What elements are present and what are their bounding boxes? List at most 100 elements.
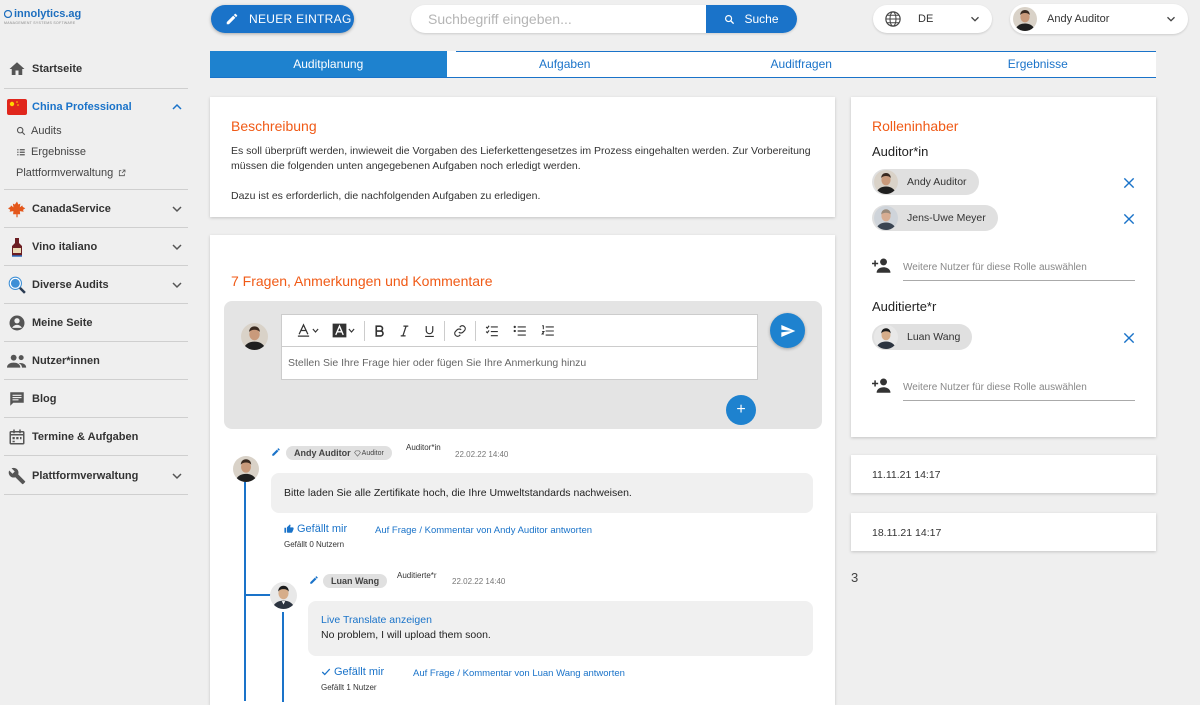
sidebar-item-plattformverwaltung[interactable]: Plattformverwaltung: [0, 465, 189, 487]
user-chip[interactable]: Luan Wang: [872, 324, 973, 350]
numbered-list-button[interactable]: [534, 320, 562, 342]
thread-branch: [244, 594, 271, 596]
sidebar-item-label: Nutzer*innen: [32, 355, 100, 367]
underline-button[interactable]: [417, 320, 442, 342]
reply-link[interactable]: Auf Frage / Kommentar von Luan Wang antw…: [413, 668, 625, 679]
new-entry-button[interactable]: NEUER EINTRAG: [211, 5, 354, 33]
sidebar-item-label: CanadaService: [32, 203, 111, 215]
author-chip[interactable]: Andy Auditor Auditor: [286, 446, 392, 460]
sidebar-item-china-professional[interactable]: China Professional: [0, 96, 189, 118]
like-label: Gefällt mir: [297, 523, 348, 535]
sidebar-item-nutzerinnen[interactable]: Nutzer*innen: [0, 350, 189, 372]
link-icon: [454, 324, 466, 337]
sidebar-item-startseite[interactable]: Startseite: [0, 58, 189, 80]
add-button[interactable]: +: [726, 395, 756, 425]
reply-link[interactable]: Auf Frage / Kommentar von Andy Auditor a…: [375, 525, 592, 536]
author-chip[interactable]: Luan Wang: [323, 574, 388, 588]
sidebar-sub-ergebnisse[interactable]: Ergebnisse: [16, 146, 86, 158]
auditee-heading: Auditierte*r: [872, 299, 937, 314]
user-avatar: [1013, 7, 1037, 31]
tab-aufgaben[interactable]: Aufgaben: [447, 51, 684, 77]
date-text: 11.11.21 14:17: [872, 469, 941, 481]
chevron-down-icon: [312, 328, 319, 333]
sidebar-item-label: Vino italiano: [32, 241, 98, 253]
font-color-button[interactable]: [290, 320, 326, 342]
sidebar-divider: [4, 417, 188, 418]
comments-title: 7 Fragen, Anmerkungen und Kommentare: [231, 273, 493, 289]
tab-ergebnisse[interactable]: Ergebnisse: [920, 51, 1157, 77]
comment-text: No problem, I will upload them soon.: [321, 629, 491, 641]
chip-avatar: [874, 325, 898, 349]
sidebar-sub-plattformverwaltung[interactable]: Plattformverwaltung: [16, 167, 126, 179]
avatar-andy-icon: [241, 323, 268, 350]
user-chip[interactable]: Jens-Uwe Meyer: [872, 205, 998, 231]
add-person-icon[interactable]: [872, 257, 892, 273]
close-icon[interactable]: [1122, 331, 1136, 345]
edit-icon[interactable]: [271, 447, 281, 457]
sidebar-item-canadaservice[interactable]: CanadaService: [0, 198, 189, 220]
language-select[interactable]: DE: [873, 5, 992, 33]
sidebar-item-meine-seite[interactable]: Meine Seite: [0, 312, 189, 334]
author-badge: Auditor: [361, 449, 384, 457]
send-button[interactable]: [770, 313, 805, 348]
avatar-jens-icon: [874, 206, 898, 230]
chevron-down-icon: [348, 328, 355, 333]
date-card: 11.11.21 14:17: [851, 455, 1156, 493]
add-auditor-input[interactable]: Weitere Nutzer für diese Rolle auswählen: [903, 262, 1087, 273]
search-button[interactable]: Suche: [706, 5, 797, 33]
chip-avatar: [874, 170, 898, 194]
sidebar-sub-audits[interactable]: Audits: [16, 125, 62, 137]
sidebar-divider: [4, 88, 188, 89]
brand-logo[interactable]: innolytics.ag MANAGEMENT SYSTEMS SOFTWAR…: [4, 8, 114, 34]
like-button[interactable]: Gefällt mir: [321, 666, 384, 678]
tab-auditfragen[interactable]: Auditfragen: [683, 51, 920, 77]
sidebar-divider: [4, 455, 188, 456]
page-number: 3: [851, 570, 859, 585]
italic-button[interactable]: [392, 320, 417, 342]
like-button[interactable]: Gefällt mir: [284, 523, 347, 535]
checklist-icon: [485, 324, 498, 336]
send-icon: [780, 324, 795, 337]
account-icon: [9, 315, 25, 331]
avatar-luan-icon: [270, 582, 297, 609]
sidebar-item-label: Termine & Aufgaben: [32, 431, 139, 443]
bold-button[interactable]: [367, 320, 392, 342]
chevron-down-icon[interactable]: [169, 468, 185, 484]
reply-avatar: [270, 582, 297, 609]
add-auditee-input[interactable]: Weitere Nutzer für diese Rolle auswählen: [903, 382, 1087, 393]
roles-card: Rolleninhaber Auditor*in Andy Auditor Je…: [851, 97, 1156, 437]
sidebar-item-termine-aufgaben[interactable]: Termine & Aufgaben: [0, 426, 189, 448]
highlight-color-button[interactable]: [326, 320, 362, 342]
globe-icon: [885, 11, 901, 27]
live-translate-link[interactable]: Live Translate anzeigen: [321, 614, 813, 626]
chevron-up-icon[interactable]: [169, 99, 185, 115]
bullet-list-button[interactable]: [506, 320, 534, 342]
chevron-down-icon[interactable]: [169, 239, 185, 255]
sidebar-sub-label: Audits: [31, 125, 62, 137]
edit-icon[interactable]: [309, 575, 319, 585]
tab-auditplanung[interactable]: Auditplanung: [210, 51, 447, 77]
close-icon[interactable]: [1122, 176, 1136, 190]
sidebar-item-diverse-audits[interactable]: Diverse Audits: [0, 274, 189, 296]
user-chip[interactable]: Andy Auditor: [872, 169, 979, 195]
link-button[interactable]: [447, 320, 473, 342]
close-icon[interactable]: [1122, 212, 1136, 226]
chevron-down-icon[interactable]: [169, 277, 185, 293]
editor-toolbar: [281, 314, 758, 346]
search-bar: Suche: [411, 5, 797, 33]
bullet-list-icon: [513, 325, 526, 336]
brand-tagline: MANAGEMENT SYSTEMS SOFTWARE: [4, 21, 76, 25]
checklist-button[interactable]: [478, 320, 506, 342]
search-input[interactable]: [411, 5, 706, 33]
chevron-down-icon[interactable]: [169, 201, 185, 217]
avatar-andy-icon: [233, 456, 259, 482]
search-button-label: Suche: [744, 12, 779, 26]
user-menu[interactable]: Andy Auditor: [1010, 4, 1188, 34]
sidebar-item-vino-italiano[interactable]: Vino italiano: [0, 236, 189, 258]
sidebar-item-blog[interactable]: Blog: [0, 388, 189, 410]
language-value: DE: [918, 13, 934, 25]
sidebar-sub-label: Ergebnisse: [31, 146, 87, 158]
comment-input[interactable]: Stellen Sie Ihre Frage hier oder fügen S…: [281, 346, 758, 380]
add-person-icon[interactable]: [872, 377, 892, 393]
wine-icon: [12, 238, 22, 257]
